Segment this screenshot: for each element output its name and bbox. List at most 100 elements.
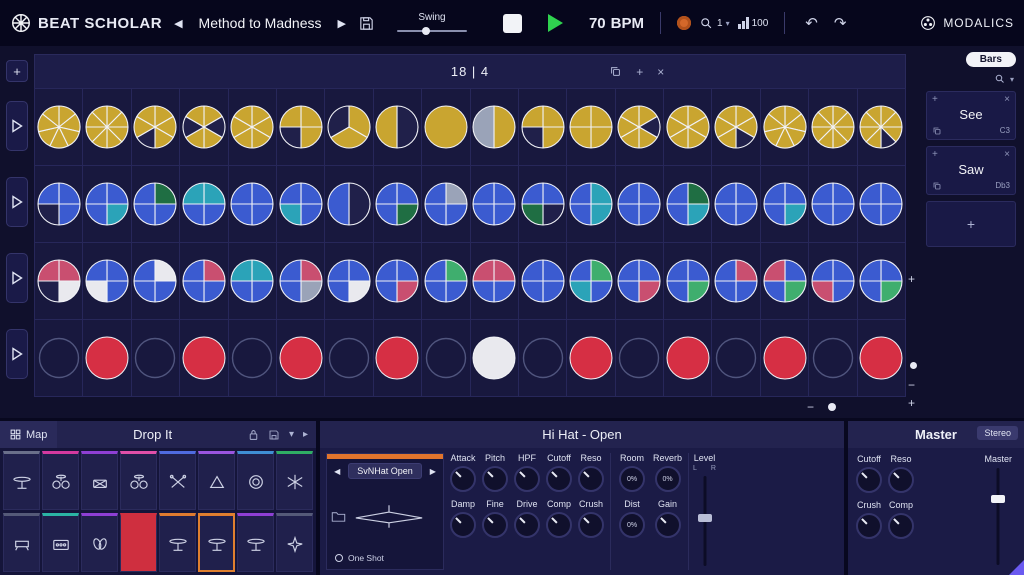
track-duplicate-icon[interactable]: [932, 181, 942, 191]
knob-damp[interactable]: [450, 512, 476, 538]
knob-drive[interactable]: [514, 512, 540, 538]
knob-reverb[interactable]: 0%: [655, 466, 681, 492]
knob-comp[interactable]: [888, 513, 914, 539]
seq-cell-r1-c12[interactable]: [567, 89, 614, 165]
seq-cell-r4-c4[interactable]: [180, 320, 227, 396]
track-add-icon[interactable]: +: [932, 150, 938, 160]
track-close-icon[interactable]: ×: [1004, 150, 1010, 160]
seq-cell-r3-c5[interactable]: [229, 243, 276, 319]
pad-clap[interactable]: [81, 513, 118, 572]
prev-sample-button[interactable]: ◀: [330, 465, 344, 478]
seq-cell-r2-c15[interactable]: [712, 166, 759, 242]
save-kit-icon[interactable]: [268, 429, 280, 441]
seq-cell-r1-c3[interactable]: [132, 89, 179, 165]
seq-cell-r1-c16[interactable]: [761, 89, 808, 165]
chevron-down-icon[interactable]: ▾: [1010, 75, 1014, 84]
seq-cell-r4-c1[interactable]: [35, 320, 82, 396]
seq-cell-r3-c11[interactable]: [519, 243, 566, 319]
redo-button[interactable]: ↷: [830, 14, 851, 32]
swing-slider-thumb[interactable]: [422, 27, 430, 35]
pad-kit[interactable]: [120, 451, 157, 510]
knob-cutoff[interactable]: [546, 466, 572, 492]
seq-cell-r1-c7[interactable]: [325, 89, 372, 165]
seq-cell-r4-c5[interactable]: [229, 320, 276, 396]
seq-cell-r1-c17[interactable]: [809, 89, 856, 165]
seq-cell-r4-c2[interactable]: [83, 320, 130, 396]
save-icon[interactable]: [358, 15, 375, 32]
seq-cell-r1-c1[interactable]: [35, 89, 82, 165]
seq-cell-r1-c2[interactable]: [83, 89, 130, 165]
pad-snare[interactable]: [3, 513, 40, 572]
stereo-mode-button[interactable]: Stereo: [977, 426, 1018, 440]
lock-icon[interactable]: [248, 429, 259, 441]
knob-reso[interactable]: [888, 467, 914, 493]
level-slider-thumb[interactable]: [698, 514, 712, 522]
bpm-display[interactable]: 70 BPM: [589, 15, 644, 32]
kit-play-icon[interactable]: ▸: [303, 430, 308, 440]
knob-dist[interactable]: 0%: [619, 512, 645, 538]
track-search[interactable]: ▾: [926, 73, 1014, 85]
remove-bar-icon[interactable]: ×: [657, 66, 664, 78]
seq-cell-r2-c16[interactable]: [761, 166, 808, 242]
kit-dropdown-icon[interactable]: ▾: [289, 430, 294, 440]
master-slider[interactable]: [989, 468, 1007, 565]
seq-cell-r3-c13[interactable]: [616, 243, 663, 319]
sample-preset-button[interactable]: SvNHat Open: [348, 463, 422, 479]
seq-cell-r2-c8[interactable]: [374, 166, 421, 242]
bars-button[interactable]: Bars: [966, 52, 1016, 67]
prev-pattern-button[interactable]: ◀: [170, 15, 186, 32]
seq-cell-r2-c7[interactable]: [325, 166, 372, 242]
pad-star[interactable]: [276, 513, 313, 572]
seq-cell-r3-c8[interactable]: [374, 243, 421, 319]
seq-cell-r1-c5[interactable]: [229, 89, 276, 165]
seq-cell-r4-c18[interactable]: [858, 320, 905, 396]
vzoom-plus2-icon[interactable]: +: [908, 396, 915, 410]
seq-cell-r1-c13[interactable]: [616, 89, 663, 165]
seq-cell-r2-c11[interactable]: [519, 166, 566, 242]
seq-cell-r4-c14[interactable]: [664, 320, 711, 396]
seq-cell-r4-c7[interactable]: [325, 320, 372, 396]
pad-drum[interactable]: [81, 451, 118, 510]
seq-cell-r3-c12[interactable]: [567, 243, 614, 319]
zoom-control[interactable]: 1 ▾: [699, 16, 730, 31]
seq-cell-r3-c2[interactable]: [83, 243, 130, 319]
seq-cell-r3-c7[interactable]: [325, 243, 372, 319]
seq-cell-r3-c10[interactable]: [471, 243, 518, 319]
track-duplicate-icon[interactable]: [932, 126, 942, 136]
vzoom-minus-icon[interactable]: −: [908, 378, 915, 392]
add-row-button[interactable]: +: [6, 60, 28, 82]
seq-cell-r3-c16[interactable]: [761, 243, 808, 319]
vscroll-thumb[interactable]: [910, 362, 917, 369]
seq-cell-r2-c4[interactable]: [180, 166, 227, 242]
row-play-button[interactable]: [6, 101, 28, 151]
pad-burst[interactable]: [276, 451, 313, 510]
seq-cell-r3-c6[interactable]: [277, 243, 324, 319]
vzoom-plus-icon[interactable]: +: [908, 272, 915, 286]
knob-crush[interactable]: [578, 512, 604, 538]
pad-kit[interactable]: [42, 451, 79, 510]
swing-slider[interactable]: [397, 27, 467, 35]
seq-cell-r3-c15[interactable]: [712, 243, 759, 319]
knob-fine[interactable]: [482, 512, 508, 538]
master-slider-thumb[interactable]: [991, 495, 1005, 503]
knob-reso[interactable]: [578, 466, 604, 492]
knob-gain[interactable]: [655, 512, 681, 538]
track-name[interactable]: See: [932, 106, 1010, 125]
map-tab[interactable]: Map: [0, 421, 57, 448]
level-slider[interactable]: [696, 476, 714, 566]
seq-cell-r1-c11[interactable]: [519, 89, 566, 165]
seq-cell-r2-c18[interactable]: [858, 166, 905, 242]
chevron-down-icon[interactable]: ▾: [726, 19, 730, 28]
seq-cell-r4-c3[interactable]: [132, 320, 179, 396]
track-name[interactable]: Saw: [932, 161, 1010, 180]
seq-cell-r4-c8[interactable]: [374, 320, 421, 396]
knob-attack[interactable]: [450, 466, 476, 492]
pad-cymbal[interactable]: [3, 451, 40, 510]
pad-triangle[interactable]: [198, 451, 235, 510]
seq-cell-r3-c4[interactable]: [180, 243, 227, 319]
seq-cell-r3-c18[interactable]: [858, 243, 905, 319]
row-play-button[interactable]: [6, 177, 28, 227]
seq-cell-r1-c6[interactable]: [277, 89, 324, 165]
hzoom-minus-icon[interactable]: −: [807, 400, 814, 414]
seq-cell-r4-c15[interactable]: [712, 320, 759, 396]
